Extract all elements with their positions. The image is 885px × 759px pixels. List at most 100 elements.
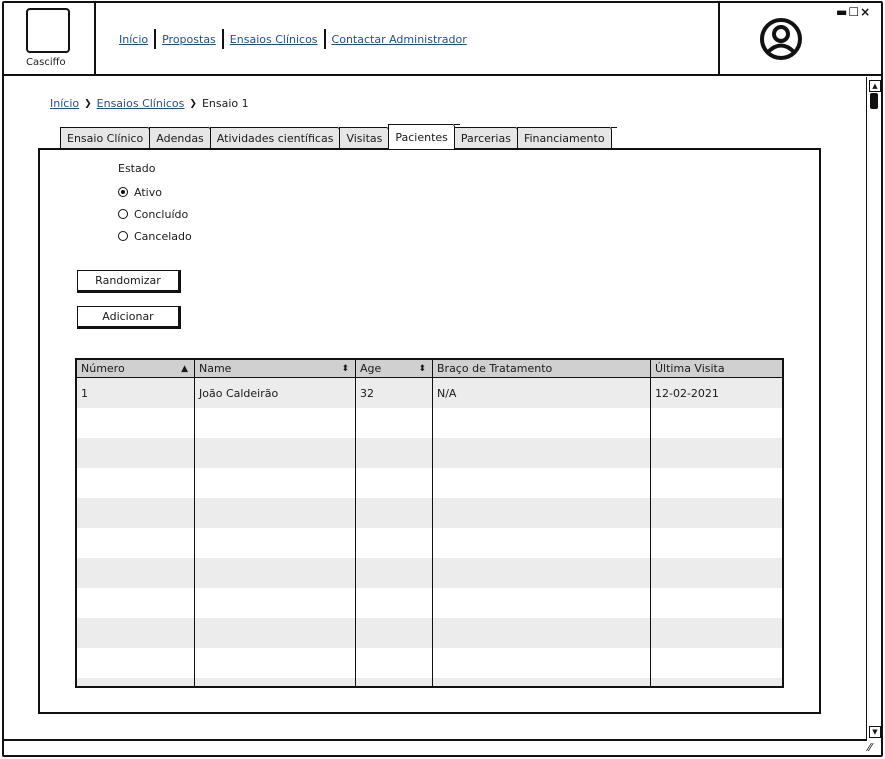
table-cell — [195, 558, 356, 588]
table-row[interactable] — [77, 648, 782, 678]
column-header-numero[interactable]: Número ▲ — [77, 360, 195, 377]
radio-cancelado[interactable]: Cancelado — [118, 225, 192, 247]
table-cell — [77, 528, 195, 558]
status-radio-group: Estado Ativo Concluído Cancelado — [118, 162, 192, 247]
table-row[interactable] — [77, 558, 782, 588]
table-row[interactable]: 1 João Caldeirão 32 N/A 12-02-2021 — [77, 378, 782, 408]
breadcrumb-item-inicio[interactable]: Início — [50, 97, 79, 110]
table-cell — [651, 408, 782, 438]
top-navigation: Início Propostas Ensaios Clínicos Contac… — [117, 29, 473, 49]
sort-icon[interactable]: ⬍ — [418, 364, 432, 374]
patients-table: Número ▲ Name ⬍ Age ⬍ Braço de Tratament… — [75, 358, 784, 688]
table-row[interactable] — [77, 678, 782, 686]
table-cell — [433, 678, 651, 686]
table-cell — [651, 588, 782, 618]
user-avatar-icon[interactable] — [759, 17, 803, 61]
table-row[interactable] — [77, 408, 782, 438]
status-label: Estado — [118, 162, 156, 175]
sort-ascending-icon[interactable]: ▲ — [181, 364, 194, 374]
column-label: Número — [81, 362, 125, 375]
vertical-scrollbar[interactable]: ▲ ▼ — [866, 77, 882, 741]
tab-ensaio-clinico[interactable]: Ensaio Clínico — [60, 127, 156, 149]
app-name: Casciffo — [26, 57, 66, 68]
table-cell — [195, 678, 356, 686]
table-cell — [195, 618, 356, 648]
table-cell — [356, 678, 433, 686]
breadcrumb-item-ensaios-clinicos[interactable]: Ensaios Clínicos — [97, 97, 185, 110]
tab-financiamento[interactable]: Financiamento — [516, 127, 617, 149]
column-header-name[interactable]: Name ⬍ — [195, 360, 356, 377]
tab-visitas[interactable]: Visitas — [339, 127, 395, 149]
table-cell — [195, 528, 356, 558]
radio-unselected-icon — [118, 209, 128, 219]
nav-link-ensaios-clinicos[interactable]: Ensaios Clínicos — [224, 33, 324, 46]
table-row[interactable] — [77, 438, 782, 468]
table-cell — [651, 528, 782, 558]
column-label: Name — [199, 362, 232, 375]
column-label: Última Visita — [655, 362, 725, 375]
scroll-down-icon[interactable]: ▼ — [869, 726, 881, 738]
chevron-right-icon: ❯ — [84, 98, 92, 109]
table-cell — [195, 498, 356, 528]
add-button[interactable]: Adicionar — [77, 306, 181, 329]
radio-unselected-icon — [118, 231, 128, 241]
table-cell — [356, 498, 433, 528]
scrollbar-thumb[interactable] — [870, 93, 878, 109]
breadcrumb-current: Ensaio 1 — [201, 97, 249, 110]
table-cell: N/A — [433, 378, 651, 408]
table-cell — [77, 468, 195, 498]
table-cell — [651, 648, 782, 678]
table-cell: 32 — [356, 378, 433, 408]
table-cell — [195, 588, 356, 618]
column-header-ultima-visita[interactable]: Última Visita — [651, 360, 782, 377]
column-header-braco-de-tratamento[interactable]: Braço de Tratamento — [433, 360, 651, 377]
logo-area[interactable]: Casciffo — [2, 1, 96, 74]
table-cell: 1 — [77, 378, 195, 408]
tab-parcerias[interactable]: Parcerias — [453, 127, 523, 149]
table-cell — [77, 588, 195, 618]
radio-label: Ativo — [134, 185, 162, 199]
resize-grip-icon[interactable]: ⁄⁄ — [868, 741, 872, 754]
table-cell — [195, 648, 356, 678]
table-cell — [433, 618, 651, 648]
tab-atividades-cientificas[interactable]: Atividades científicas — [209, 127, 346, 149]
table-cell — [356, 528, 433, 558]
column-header-age[interactable]: Age ⬍ — [356, 360, 433, 377]
app-header: Casciffo Início Propostas Ensaios Clínic… — [2, 1, 883, 76]
randomize-button[interactable]: Randomizar — [77, 270, 181, 293]
table-row[interactable] — [77, 528, 782, 558]
sort-icon[interactable]: ⬍ — [341, 364, 355, 374]
table-cell — [356, 588, 433, 618]
table-cell — [433, 498, 651, 528]
table-row[interactable] — [77, 588, 782, 618]
scroll-up-icon[interactable]: ▲ — [869, 80, 881, 92]
table-row[interactable] — [77, 618, 782, 648]
table-cell — [195, 468, 356, 498]
table-cell — [651, 468, 782, 498]
table-cell — [77, 678, 195, 686]
radio-concluido[interactable]: Concluído — [118, 203, 192, 225]
profile-divider — [718, 1, 721, 74]
table-cell: 12-02-2021 — [655, 386, 719, 400]
window-controls[interactable]: ▬☐× — [836, 5, 871, 19]
nav-link-inicio[interactable]: Início — [117, 33, 154, 46]
table-cell — [651, 618, 782, 648]
radio-ativo[interactable]: Ativo — [118, 181, 192, 203]
table-cell — [77, 648, 195, 678]
table-cell — [195, 408, 356, 438]
table-cell — [356, 618, 433, 648]
table-cell — [356, 408, 433, 438]
nav-link-contactar-administrador[interactable]: Contactar Administrador — [326, 33, 473, 46]
nav-link-propostas[interactable]: Propostas — [156, 33, 222, 46]
logo-icon — [26, 8, 70, 53]
table-cell — [651, 678, 782, 686]
table-cell — [77, 558, 195, 588]
tab-pacientes[interactable]: Pacientes — [388, 124, 460, 149]
table-cell — [433, 558, 651, 588]
table-row[interactable] — [77, 468, 782, 498]
tab-bar: Ensaio Clínico Adendas Atividades cientí… — [60, 123, 617, 149]
table-cell — [77, 498, 195, 528]
table-cell — [651, 498, 782, 528]
tab-adendas[interactable]: Adendas — [149, 127, 216, 149]
table-row[interactable] — [77, 498, 782, 528]
